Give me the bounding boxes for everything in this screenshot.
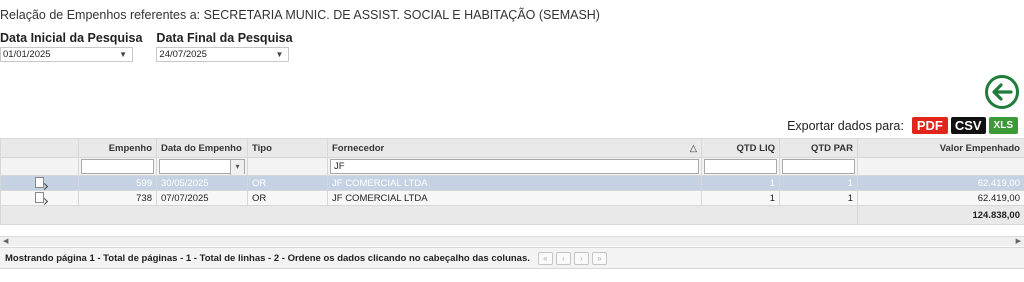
table-row[interactable]: 599 30/05/2025 OR JF COMERCIAL LTDA 1 1 …: [0, 175, 1024, 191]
cell-qtd-par: 1: [779, 175, 858, 191]
start-date-value: 01/01/2025: [3, 49, 51, 60]
table-filter-row: ▾ JF: [0, 157, 1024, 176]
export-pdf-button[interactable]: PDF: [911, 117, 948, 134]
export-xls-button[interactable]: XLS: [988, 117, 1018, 134]
export-label: Exportar dados para:: [787, 118, 904, 133]
pager-bar: Mostrando página 1 - Total de páginas - …: [0, 247, 1024, 269]
chevron-down-icon[interactable]: ▾: [230, 160, 244, 175]
qtd-par-filter-input[interactable]: [782, 159, 855, 174]
row-icon-cell[interactable]: [0, 190, 79, 206]
cell-empenho: 738: [78, 190, 157, 206]
column-header-qtd-liq[interactable]: QTD LIQ: [701, 138, 780, 158]
start-date-filter: Data Inicial da Pesquisa 01/01/2025 ▼: [0, 31, 142, 62]
export-csv-button[interactable]: CSV: [950, 117, 986, 134]
scroll-left-icon[interactable]: ◀: [3, 237, 8, 247]
document-edit-icon[interactable]: [35, 192, 44, 204]
table-header-row: Empenho Data do Empenho Tipo Fornecedor …: [0, 138, 1024, 158]
cell-tipo: OR: [247, 190, 328, 206]
filter-cell-qtd-liq: [701, 157, 780, 176]
column-header-icon: [0, 138, 79, 158]
cell-qtd-liq: 1: [701, 175, 780, 191]
cell-data: 30/05/2025: [156, 175, 248, 191]
back-button[interactable]: [985, 75, 1019, 109]
filter-cell-fornecedor: JF: [327, 157, 702, 176]
filter-cell-valor: [857, 157, 1024, 176]
column-header-tipo[interactable]: Tipo: [247, 138, 328, 158]
data-filter-input[interactable]: ▾: [159, 159, 245, 175]
first-page-icon[interactable]: «: [537, 251, 553, 265]
cell-tipo: OR: [247, 175, 328, 191]
column-header-empenho[interactable]: Empenho: [78, 138, 157, 158]
empenhos-table: Empenho Data do Empenho Tipo Fornecedor …: [0, 138, 1024, 225]
filter-cell-empty: [0, 157, 79, 176]
last-page-icon[interactable]: »: [591, 251, 607, 265]
filter-cell-qtd-par: [779, 157, 858, 176]
fornecedor-header-label: Fornecedor: [332, 142, 385, 154]
cell-valor: 62.419,00: [857, 175, 1024, 191]
cell-empenho: 599: [78, 175, 157, 191]
column-header-data[interactable]: Data do Empenho: [156, 138, 248, 158]
column-header-valor[interactable]: Valor Empenhado: [857, 138, 1024, 158]
cell-qtd-liq: 1: [701, 190, 780, 206]
chevron-down-icon: ▼: [275, 50, 284, 59]
qtd-liq-filter-input[interactable]: [704, 159, 777, 174]
end-date-value: 24/07/2025: [159, 49, 207, 60]
page-subtitle: Relação de Empenhos referentes a: SECRET…: [0, 8, 600, 22]
row-icon-cell[interactable]: [0, 175, 79, 191]
document-edit-icon[interactable]: [35, 177, 44, 189]
cell-data: 07/07/2025: [156, 190, 248, 206]
table-row[interactable]: 738 07/07/2025 OR JF COMERCIAL LTDA 1 1 …: [0, 190, 1024, 206]
chevron-down-icon: ▼: [119, 50, 127, 59]
empenho-filter-input[interactable]: [81, 159, 154, 174]
end-date-label: Data Final da Pesquisa: [156, 31, 293, 45]
export-bar: Exportar dados para: PDF CSV XLS: [787, 117, 1018, 134]
start-date-label: Data Inicial da Pesquisa: [0, 31, 143, 45]
end-date-filter: Data Final da Pesquisa 24/07/2025 ▼: [156, 31, 293, 62]
sort-ascending-icon: △: [689, 142, 697, 154]
next-page-icon[interactable]: ›: [573, 251, 589, 265]
filter-cell-data: ▾: [156, 157, 248, 176]
date-filters: Data Inicial da Pesquisa 01/01/2025 ▼ Da…: [0, 31, 293, 62]
pager-nav: « ‹ › »: [537, 251, 607, 265]
scroll-right-icon[interactable]: ▶: [1016, 237, 1021, 247]
column-header-qtd-par[interactable]: QTD PAR: [779, 138, 858, 158]
prev-page-icon[interactable]: ‹: [555, 251, 571, 265]
filter-cell-tipo: [247, 157, 328, 176]
filter-cell-empenho: [78, 157, 157, 176]
column-header-fornecedor[interactable]: Fornecedor △: [327, 138, 702, 158]
horizontal-scrollbar[interactable]: ◀ ▶: [0, 236, 1024, 246]
cell-fornecedor: JF COMERCIAL LTDA: [327, 190, 702, 206]
total-row-spacer: [0, 205, 858, 225]
cell-valor: 62.419,00: [857, 190, 1024, 206]
total-valor: 124.838,00: [857, 205, 1024, 225]
table-total-row: 124.838,00: [0, 205, 1024, 225]
end-date-select[interactable]: 24/07/2025 ▼: [156, 47, 290, 62]
pager-status-text: Mostrando página 1 - Total de páginas - …: [5, 252, 530, 264]
cell-fornecedor: JF COMERCIAL LTDA: [327, 175, 702, 191]
fornecedor-filter-input[interactable]: JF: [330, 159, 699, 174]
start-date-select[interactable]: 01/01/2025 ▼: [0, 47, 133, 62]
arrow-left-icon: [992, 83, 1013, 101]
cell-qtd-par: 1: [779, 190, 858, 206]
